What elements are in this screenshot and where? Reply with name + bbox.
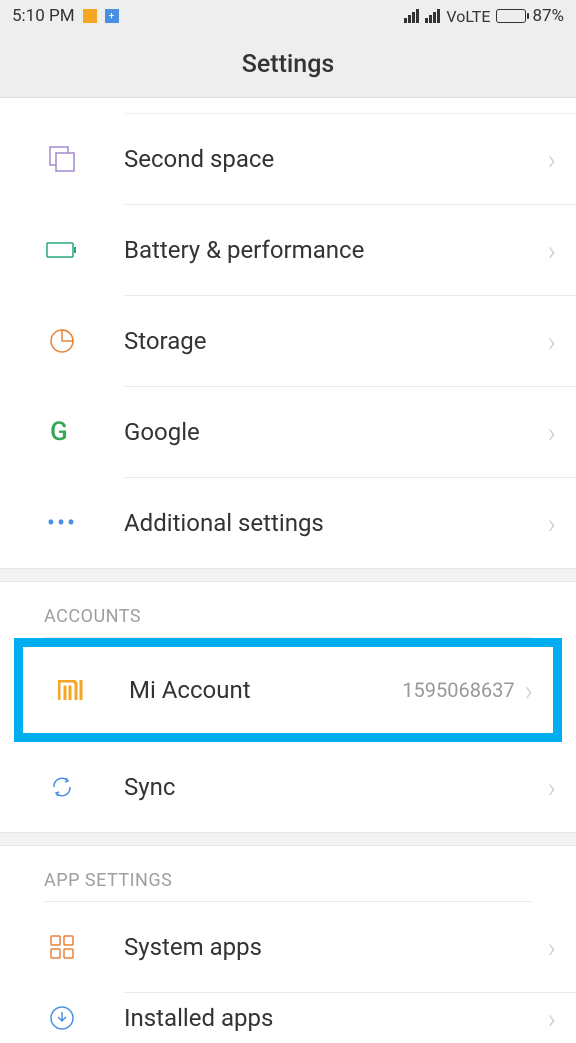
mi-icon <box>53 672 89 708</box>
chevron-right-icon: › <box>548 325 556 358</box>
page-title: Settings <box>242 50 335 79</box>
volte-indicator: VoLTE <box>446 7 490 26</box>
battery-performance-icon <box>44 232 80 268</box>
settings-list: Second space › Battery & performance › S… <box>0 98 576 1043</box>
section-header-app-settings: APP SETTINGS <box>0 846 576 901</box>
storage-icon <box>44 323 80 359</box>
chevron-right-icon: › <box>548 771 556 804</box>
battery-percentage: 87% <box>532 6 564 26</box>
chevron-right-icon: › <box>548 143 556 176</box>
apps-grid-icon <box>44 929 80 965</box>
sync-icon <box>44 769 80 805</box>
chevron-right-icon: › <box>548 931 556 964</box>
item-value: 1595068637 <box>402 678 514 702</box>
settings-item-battery[interactable]: Battery & performance › <box>0 205 576 295</box>
chevron-right-icon: › <box>548 416 556 449</box>
item-label: Sync <box>124 773 548 801</box>
item-label: Battery & performance <box>124 236 548 264</box>
installed-apps-icon <box>44 1000 80 1036</box>
settings-item-mi-account[interactable]: Mi Account 1595068637 › <box>23 647 553 733</box>
svg-text:G: G <box>50 418 68 446</box>
settings-item-google[interactable]: G Google › <box>0 387 576 477</box>
chevron-right-icon: › <box>525 674 533 707</box>
section-header-accounts: ACCOUNTS <box>0 582 576 637</box>
signal-icon <box>404 9 419 23</box>
highlight-mi-account: Mi Account 1595068637 › <box>14 638 562 742</box>
settings-item-sync[interactable]: Sync › <box>0 742 576 832</box>
chevron-right-icon: › <box>548 507 556 540</box>
plus-icon: + <box>105 9 119 23</box>
item-label: System apps <box>124 933 548 961</box>
item-label: Mi Account <box>129 676 402 704</box>
settings-item-installed-apps[interactable]: Installed apps › <box>0 993 576 1043</box>
battery-icon <box>496 9 526 23</box>
item-label: Second space <box>124 145 548 173</box>
google-icon: G <box>44 414 80 450</box>
settings-item-additional[interactable]: ••• Additional settings › <box>0 478 576 568</box>
status-bar: 5:10 PM + VoLTE 87% <box>0 0 576 32</box>
status-time: 5:10 PM <box>12 6 75 26</box>
note-icon <box>83 9 97 23</box>
chevron-right-icon: › <box>548 234 556 267</box>
more-icon: ••• <box>44 505 80 541</box>
item-label: Storage <box>124 327 548 355</box>
signal-icon <box>425 9 440 23</box>
item-label: Additional settings <box>124 509 548 537</box>
second-space-icon <box>44 141 80 177</box>
chevron-right-icon: › <box>548 1002 556 1035</box>
settings-item-storage[interactable]: Storage › <box>0 296 576 386</box>
app-header: Settings <box>0 32 576 98</box>
settings-item-second-space[interactable]: Second space › <box>0 114 576 204</box>
item-label: Google <box>124 418 548 446</box>
settings-item-system-apps[interactable]: System apps › <box>0 902 576 992</box>
item-label: Installed apps <box>124 1004 548 1032</box>
